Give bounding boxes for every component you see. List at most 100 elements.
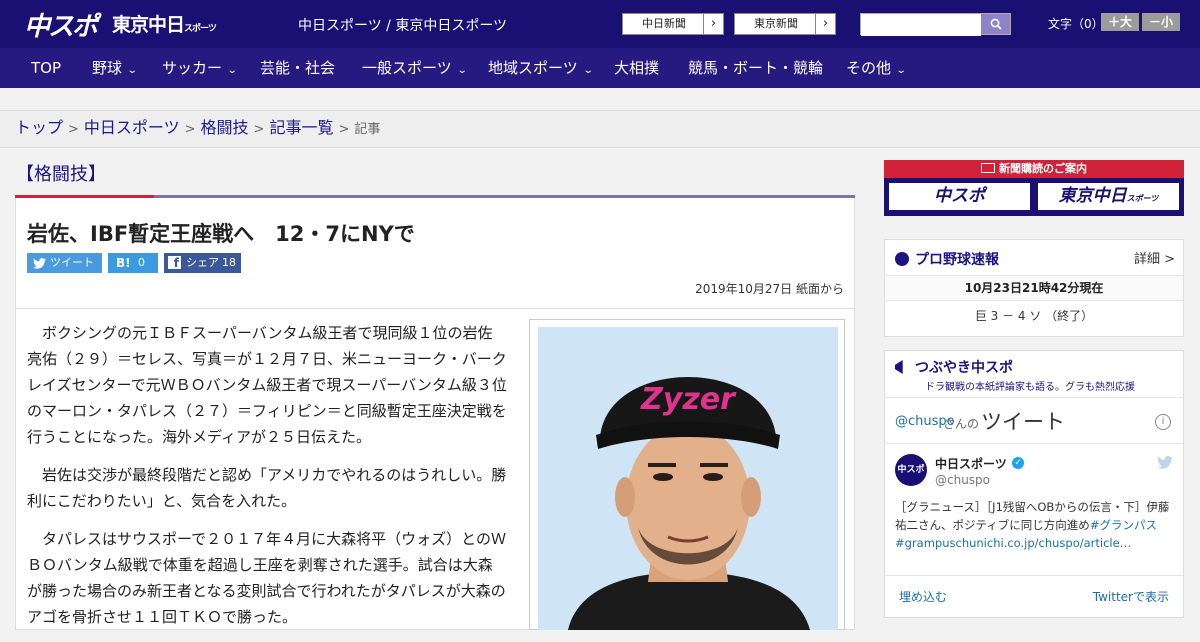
breadcrumb-separator: > xyxy=(68,122,79,137)
tweet-account-name[interactable]: 中日スポーツ xyxy=(935,455,1007,472)
site-name-link[interactable]: 中日スポーツ / 東京中日スポーツ xyxy=(298,15,507,35)
nav-item-label: その他 xyxy=(846,59,892,77)
chevron-right-icon: › xyxy=(703,14,723,34)
font-smaller-button[interactable]: －小 xyxy=(1142,13,1180,31)
info-icon[interactable]: i xyxy=(1155,414,1171,430)
chevron-down-icon: ⌄ xyxy=(895,65,907,76)
search-box xyxy=(860,13,1011,36)
tweets-footer: 埋め込む Twitterで表示 xyxy=(885,575,1183,618)
subscription-banner-heading: 新聞購読のご案内 xyxy=(884,160,1184,178)
nav-item-label: 競馬・ボート・競輪 xyxy=(688,59,824,77)
chevron-down-icon: ⌄ xyxy=(226,65,238,76)
article-paragraph: 岩佐は交渉が最終段階だと認め「アメリカでやれるのはうれしい。勝利にこだわりたい」… xyxy=(27,466,507,510)
cap-logo-text: Zyzer xyxy=(640,382,737,417)
article-photo[interactable]: Zyzer xyxy=(529,319,845,630)
subscription-banner-heading-text: 新聞購読のご案内 xyxy=(999,162,1087,175)
search-icon xyxy=(990,18,1002,30)
boxer-portrait-image: Zyzer xyxy=(538,327,838,630)
chuspo-subscription-logo[interactable]: 中スポ xyxy=(887,181,1032,212)
tweet-url-link[interactable]: #grampuschunichi.co.jp/chuspo/article… xyxy=(895,536,1131,550)
twitter-bird-icon xyxy=(33,258,46,269)
breadcrumb-article-list[interactable]: 記事一覧 xyxy=(269,118,333,137)
chuspo-logo[interactable]: 中スポ xyxy=(24,6,98,43)
embed-link[interactable]: 埋め込む xyxy=(899,588,947,605)
chevron-right-icon: › xyxy=(815,14,835,34)
nav-item-label: 一般スポーツ xyxy=(362,59,452,77)
breadcrumb-chunichi-sports[interactable]: 中日スポーツ xyxy=(84,118,180,137)
tweets-header: @chuspo さんの ツイート i xyxy=(885,397,1183,443)
nav-item-local-sports[interactable]: 地域スポーツ ⌄ xyxy=(488,48,594,88)
nav-item-top[interactable]: TOP xyxy=(31,48,61,88)
subscription-banner[interactable]: 新聞購読のご案内 中スポ 東京中日スポーツ xyxy=(884,160,1184,216)
megaphone-icon xyxy=(895,360,903,374)
search-button[interactable] xyxy=(981,14,1010,34)
nav-item-label: TOP xyxy=(31,59,62,77)
nav-item-soccer[interactable]: サッカー ⌄ xyxy=(162,48,238,88)
facebook-share-label: シェア xyxy=(186,256,219,269)
hatena-icon: B! xyxy=(116,256,131,270)
breadcrumb-separator: > xyxy=(253,122,265,137)
main-nav: TOP 野球 ⌄ サッカー ⌄ 芸能・社会 一般スポーツ ⌄ 地域スポーツ ⌄ 大相撲 … xyxy=(0,48,1200,88)
tokyo-shimbun-button[interactable]: 東京新聞 › xyxy=(734,13,836,35)
nav-item-label: 野球 xyxy=(92,59,123,77)
avatar[interactable]: 中スポ xyxy=(895,454,927,486)
baseball-score-link[interactable]: 巨 3 － 4 ソ （終了） xyxy=(885,307,1183,324)
tweet-text: ［グラニュース］［J1残留へOBからの伝言・下］伊藤祐二さん、ポジティブに同じ方… xyxy=(895,498,1175,552)
nav-item-other[interactable]: その他 ⌄ xyxy=(846,48,907,88)
breadcrumb-martial-arts[interactable]: 格闘技 xyxy=(201,118,249,137)
tokyo-chunichi-subscription-logo-text: 東京中日 xyxy=(1058,186,1127,206)
view-on-twitter-link[interactable]: Twitterで表示 xyxy=(1093,588,1169,605)
tweets-title-row: つぶやき中スポ xyxy=(895,357,1013,377)
nav-item-general-sports[interactable]: 一般スポーツ ⌄ xyxy=(362,48,467,88)
divider xyxy=(16,308,854,309)
twitter-bird-icon xyxy=(1157,456,1173,469)
hatena-count: 0 xyxy=(138,256,145,269)
tweet-button[interactable]: ツイート xyxy=(27,253,102,273)
facebook-share-button[interactable]: f シェア 18 xyxy=(164,253,241,273)
nav-item-sumo[interactable]: 大相撲 xyxy=(614,48,659,88)
tokyo-chunichi-logo[interactable]: 東京中日スポーツ xyxy=(112,10,217,37)
baseball-updated: 10月23日21時42分現在 xyxy=(885,275,1183,301)
tokyo-shimbun-label: 東京新聞 xyxy=(754,17,798,30)
chevron-down-icon: ⌄ xyxy=(582,65,594,76)
article-headline: 岩佐、IBF暫定王座戦へ 12・7にNYで xyxy=(27,222,415,246)
tweets-subtitle: ドラ観戦の本紙評論家も語る。グラも熱烈応援 xyxy=(925,382,1135,393)
nav-item-label: 芸能・社会 xyxy=(260,59,336,77)
tweets-widget: つぶやき中スポ ドラ観戦の本紙評論家も語る。グラも熱烈応援 @chuspo さん… xyxy=(884,350,1184,618)
boxer-portrait-illustration: Zyzer xyxy=(568,377,810,630)
article-date: 2019年10月27日 紙面から xyxy=(695,282,844,296)
baseball-title-row: プロ野球速報 xyxy=(895,249,999,269)
tweet-account-handle: @chuspo xyxy=(935,473,991,487)
tweet-button-label: ツイート xyxy=(50,256,94,269)
chevron-down-icon: ⌄ xyxy=(126,65,138,76)
category-heading: 【格闘技】 xyxy=(16,164,106,185)
nav-item-label: 大相撲 xyxy=(614,59,660,77)
article-body: ボクシングの元ＩＢＦスーパーバンタム級王者で現同級１位の岩佐亮佑（２９）＝セレス… xyxy=(27,320,507,642)
article: 岩佐、IBF暫定王座戦へ 12・7にNYで ツイート B! 0 f シェア 18… xyxy=(15,198,855,630)
nav-item-entertainment[interactable]: 芸能・社会 xyxy=(260,48,335,88)
hatena-bookmark-button[interactable]: B! 0 xyxy=(108,253,158,273)
breadcrumb: トップ > 中日スポーツ > 格闘技 > 記事一覧 > 記事 xyxy=(0,110,1200,148)
nav-item-racing[interactable]: 競馬・ボート・競輪 xyxy=(688,48,823,88)
pro-baseball-scores: プロ野球速報 詳細 > 10月23日21時42分現在 巨 3 － 4 ソ （終了… xyxy=(884,239,1184,337)
search-input[interactable] xyxy=(861,16,981,36)
tweets-handle-suffix: さんの xyxy=(943,417,980,431)
baseball-detail-link[interactable]: 詳細 > xyxy=(1134,248,1175,267)
tokyo-chunichi-subscription-logo[interactable]: 東京中日スポーツ xyxy=(1036,181,1181,212)
chunichi-shimbun-button[interactable]: 中日新聞 › xyxy=(622,13,724,35)
chunichi-shimbun-label: 中日新聞 xyxy=(642,17,686,30)
font-bigger-button[interactable]: ＋大 xyxy=(1101,13,1139,31)
article-paragraph: ボクシングの元ＩＢＦスーパーバンタム級王者で現同級１位の岩佐亮佑（２９）＝セレス… xyxy=(27,324,507,446)
tweet-item[interactable]: 中スポ 中日スポーツ ✓ @chuspo ［グラニュース］［J1残留へOBからの… xyxy=(885,443,1183,575)
facebook-share-count: 18 xyxy=(222,256,236,269)
breadcrumb-top[interactable]: トップ xyxy=(15,118,63,137)
nav-item-label: 地域スポーツ xyxy=(488,59,578,77)
tokyo-chunichi-logo-small: スポーツ xyxy=(184,24,217,34)
tweet-hashtag-link[interactable]: #グランパス xyxy=(1090,518,1157,532)
breadcrumb-current: 記事 xyxy=(354,122,381,137)
baseball-title: プロ野球速報 xyxy=(915,252,999,268)
nav-item-baseball[interactable]: 野球 ⌄ xyxy=(92,48,138,88)
site-header: 中スポ 東京中日スポーツ 中日スポーツ / 東京中日スポーツ 中日新聞 › 東京… xyxy=(0,0,1200,48)
verified-badge-icon: ✓ xyxy=(1012,457,1024,469)
breadcrumb-separator: > xyxy=(184,122,196,137)
